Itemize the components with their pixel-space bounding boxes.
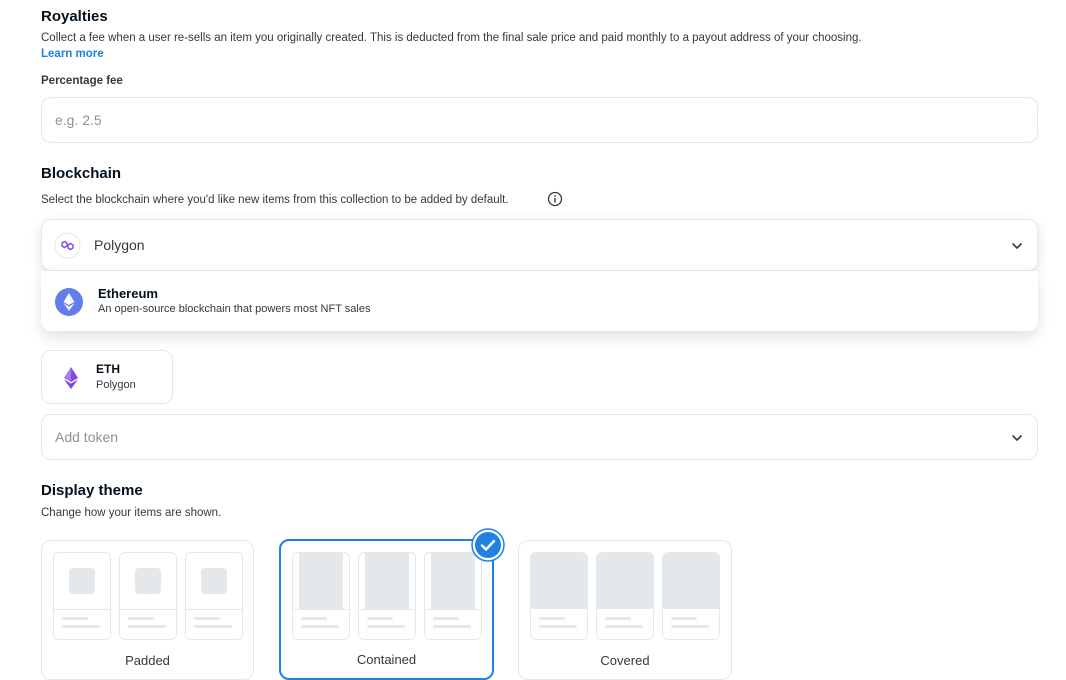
- theme-preview-card: [662, 552, 720, 640]
- learn-more-link[interactable]: Learn more: [41, 48, 104, 60]
- royalties-description: Collect a fee when a user re-sells an it…: [41, 32, 862, 44]
- theme-preview-card: [530, 552, 588, 640]
- token-symbol: ETH: [96, 362, 120, 376]
- blockchain-selected-label: Polygon: [94, 237, 145, 253]
- token-card-eth: ETH Polygon: [41, 350, 173, 404]
- theme-preview-card: [424, 552, 482, 640]
- theme-option-padded[interactable]: Padded: [41, 540, 254, 680]
- chevron-down-icon: [1012, 243, 1022, 249]
- eth-icon: [64, 367, 78, 389]
- percentage-fee-placeholder: e.g. 2.5: [55, 112, 102, 128]
- option-description: An open-source blockchain that powers mo…: [98, 303, 371, 315]
- blockchain-dropdown: Ethereum An open-source blockchain that …: [41, 271, 1038, 331]
- theme-option-covered[interactable]: Covered: [518, 540, 732, 680]
- polygon-icon: [54, 232, 81, 259]
- theme-preview-card: [358, 552, 416, 640]
- royalties-title: Royalties: [41, 8, 108, 25]
- percentage-fee-label: Percentage fee: [41, 75, 123, 87]
- ethereum-icon: [55, 288, 83, 316]
- checkmark-icon: [471, 528, 505, 562]
- display-theme-description: Change how your items are shown.: [41, 507, 222, 519]
- display-theme-title: Display theme: [41, 482, 143, 499]
- theme-name: Padded: [125, 653, 170, 668]
- blockchain-option-ethereum[interactable]: Ethereum An open-source blockchain that …: [41, 271, 1038, 331]
- info-icon[interactable]: [547, 191, 563, 207]
- add-token-select[interactable]: Add token: [41, 414, 1038, 460]
- theme-name: Covered: [600, 653, 650, 668]
- add-token-placeholder: Add token: [55, 429, 119, 445]
- token-network: Polygon: [96, 379, 136, 391]
- blockchain-select[interactable]: Polygon: [41, 219, 1038, 271]
- percentage-fee-input[interactable]: e.g. 2.5: [41, 97, 1038, 143]
- option-name: Ethereum: [98, 286, 158, 301]
- blockchain-description: Select the blockchain where you'd like n…: [41, 194, 509, 206]
- theme-preview-card: [53, 552, 111, 640]
- blockchain-title: Blockchain: [41, 165, 122, 182]
- chevron-down-icon: [1012, 435, 1022, 441]
- theme-option-contained[interactable]: Contained: [279, 539, 494, 680]
- theme-preview-card: [596, 552, 654, 640]
- theme-preview-card: [185, 552, 243, 640]
- theme-preview-card: [292, 552, 350, 640]
- theme-preview-card: [119, 552, 177, 640]
